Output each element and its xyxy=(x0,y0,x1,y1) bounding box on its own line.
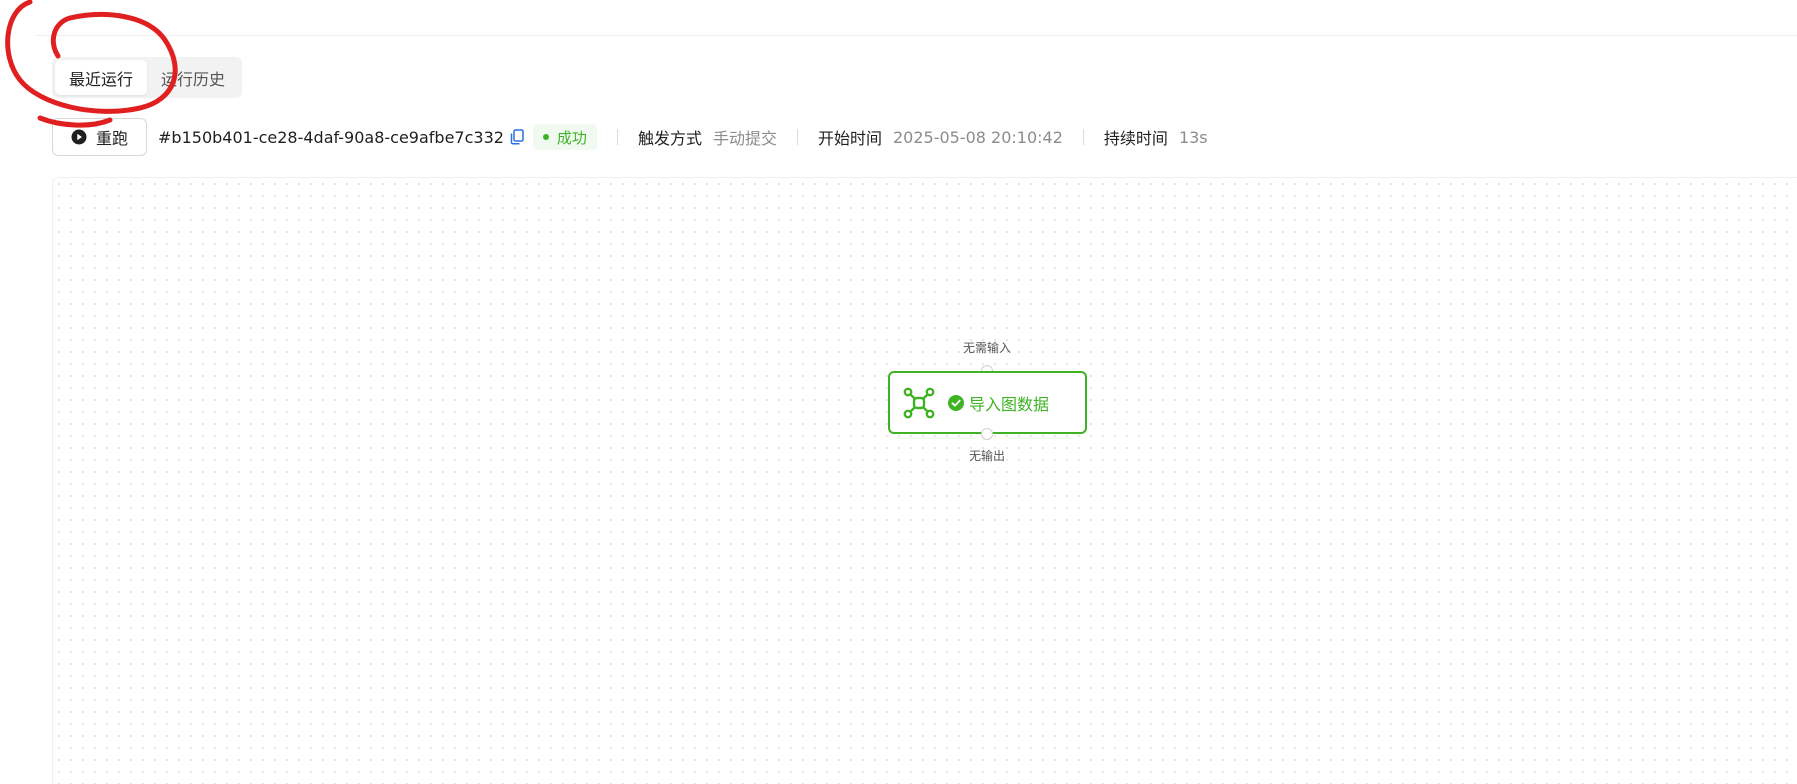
trigger-label: 触发方式 xyxy=(637,129,702,148)
status-dot xyxy=(542,134,549,140)
workflow-canvas[interactable]: 无需输入 导入图数据 无输出 xyxy=(52,177,1797,784)
run-view-tabs: 最近运行 运行历史 xyxy=(52,57,242,98)
node-output-hint: 无输出 xyxy=(968,449,1006,463)
node-label: 导入图数据 xyxy=(969,394,1050,414)
play-circle-icon xyxy=(71,129,87,145)
run-id: #b150b401-ce28-4daf-90a8-ce9afbe7c332 xyxy=(158,127,504,147)
rerun-label: 重跑 xyxy=(96,129,129,148)
node-output-port[interactable] xyxy=(981,428,993,440)
start-time-label: 开始时间 xyxy=(817,129,882,148)
rerun-button[interactable]: 重跑 xyxy=(52,118,148,156)
duration-value: 13s xyxy=(1178,127,1208,147)
duration-label: 持续时间 xyxy=(1103,129,1168,148)
divider xyxy=(796,129,798,145)
run-info-bar: 重跑 #b150b401-ce28-4daf-90a8-ce9afbe7c332… xyxy=(52,117,1208,157)
tab-recent-run[interactable]: 最近运行 xyxy=(55,60,148,95)
divider xyxy=(1082,129,1084,145)
graph-icon xyxy=(903,387,935,419)
node-input-hint: 无需输入 xyxy=(962,341,1012,355)
check-circle-icon xyxy=(948,394,964,411)
copy-icon[interactable] xyxy=(510,129,524,145)
start-time-value: 2025-05-08 20:10:42 xyxy=(892,127,1063,147)
top-divider xyxy=(36,35,1797,36)
divider xyxy=(616,129,618,145)
workflow-node-import-graph-data[interactable]: 导入图数据 xyxy=(888,371,1087,434)
status-text: 成功 xyxy=(556,128,587,147)
trigger-value: 手动提交 xyxy=(712,129,777,148)
status-badge: 成功 xyxy=(532,124,597,150)
tab-run-history[interactable]: 运行历史 xyxy=(147,60,239,95)
